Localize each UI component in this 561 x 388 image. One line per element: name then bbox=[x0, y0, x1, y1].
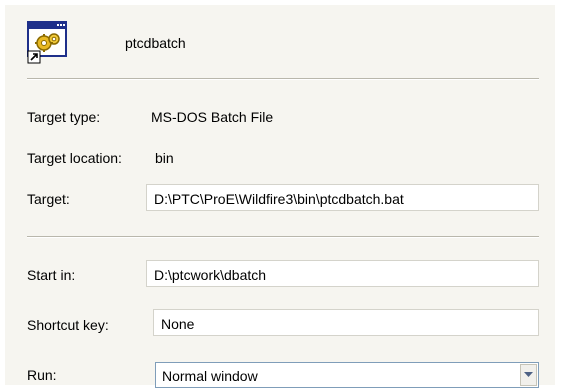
target-location-value: bin bbox=[155, 150, 174, 166]
divider bbox=[27, 236, 539, 238]
target-location-label: Target location: bbox=[27, 150, 122, 166]
shortcut-key-label: Shortcut key: bbox=[27, 317, 109, 333]
target-type-label: Target type: bbox=[27, 109, 101, 125]
chevron-down-icon bbox=[524, 372, 533, 377]
shortcut-name: ptcdbatch bbox=[125, 35, 186, 51]
shortcut-properties-panel: ptcdbatch Target type: MS-DOS Batch File… bbox=[4, 4, 555, 388]
start-in-field[interactable]: D:\ptcwork\dbatch bbox=[146, 260, 539, 287]
run-select-value: Normal window bbox=[162, 368, 258, 384]
run-dropdown-button[interactable] bbox=[520, 364, 537, 386]
divider bbox=[27, 78, 539, 80]
run-select[interactable]: Normal window bbox=[155, 362, 539, 388]
shortcut-key-field[interactable]: None bbox=[153, 309, 539, 336]
run-label: Run: bbox=[27, 367, 57, 383]
batch-file-shortcut-icon bbox=[27, 21, 69, 65]
target-field[interactable]: D:\PTC\ProE\Wildfire3\bin\ptcdbatch.bat bbox=[146, 184, 539, 211]
start-in-label: Start in: bbox=[27, 267, 76, 283]
target-type-value: MS-DOS Batch File bbox=[151, 109, 274, 125]
target-label: Target: bbox=[27, 191, 70, 207]
